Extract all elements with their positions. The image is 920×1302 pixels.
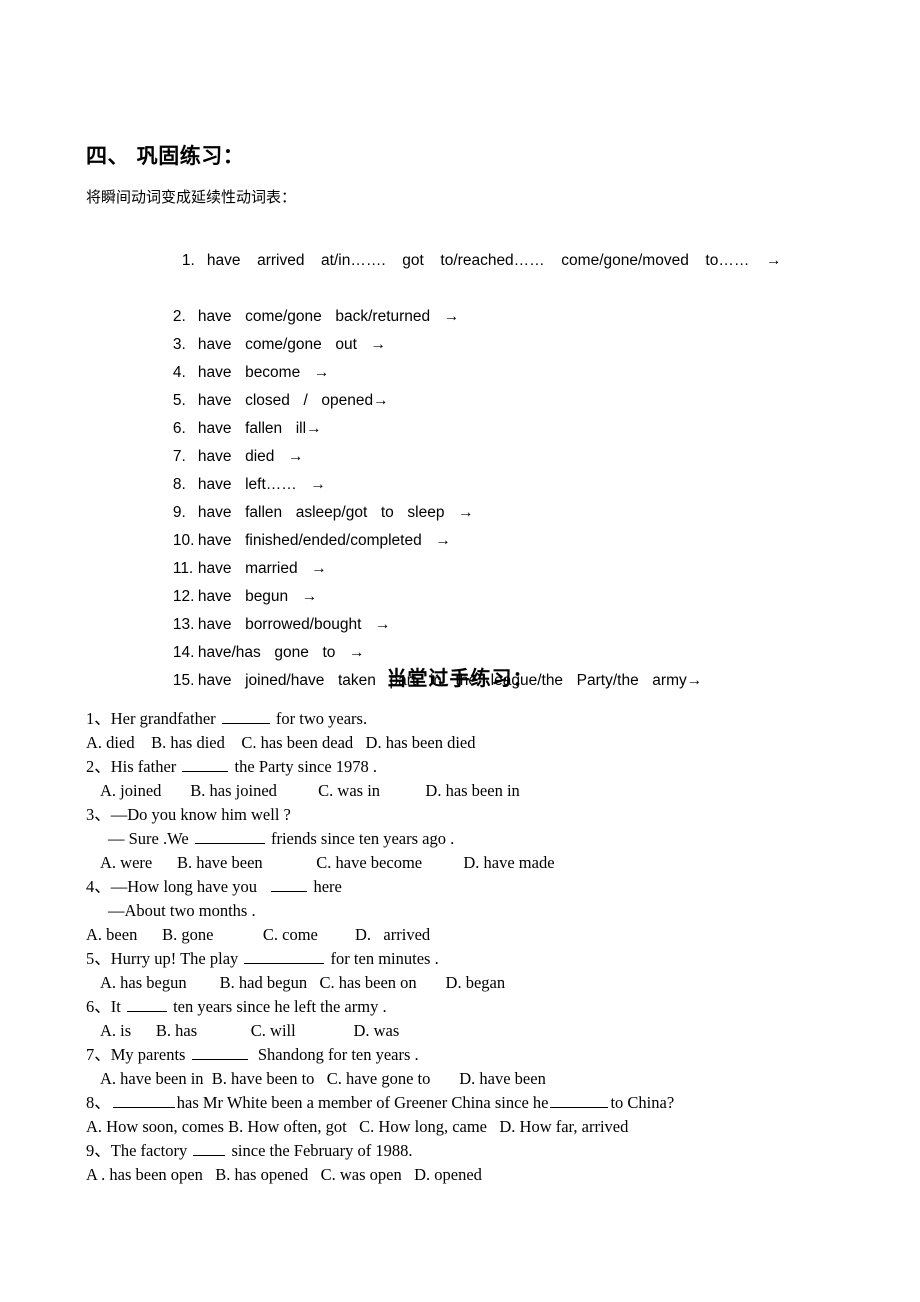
verb-list-item-number: 4.	[172, 364, 186, 381]
verb-list-item-text: have married →	[197, 560, 327, 577]
question-7-stem-part-a: 7、My parents	[86, 1045, 190, 1064]
question-2-stem-part-a: 2、His father	[86, 757, 181, 776]
question-4-prompt: 4、—How long have you here	[86, 875, 886, 899]
verb-list-item: 2. have come/gone back/returned →	[132, 275, 832, 325]
verb-list-item-text: have come/gone out →	[197, 336, 387, 353]
document-page: 四、 巩固练习： 将瞬间动词变成延续性动词表： 1. have arrived a…	[0, 0, 920, 1302]
question-4-answer-line: —About two months .	[108, 901, 256, 920]
question-8-stem-part-c: to China?	[610, 1093, 675, 1112]
question-2-options[interactable]: A. joined B. has joined C. was in D. has…	[86, 779, 886, 803]
question-1-blank[interactable]	[221, 709, 270, 724]
verb-list-item-number: 9.	[172, 504, 186, 521]
verb-list-item-text: have/has gone to →	[197, 644, 365, 661]
question-5-stem: 5、Hurry up! The play for ten minutes .	[86, 947, 886, 971]
question-1-stem-part-b: for two years.	[271, 709, 368, 728]
verb-list-item-number: 1.	[181, 252, 195, 269]
section-subtitle: 将瞬间动词变成延续性动词表：	[86, 188, 297, 206]
verb-list-item-text: have begun →	[197, 588, 318, 605]
verb-list-item-text: have died →	[197, 448, 304, 465]
verb-list-item: 1. have arrived at/in……. got to/reached………	[132, 219, 832, 275]
question-2-stem: 2、His father the Party since 1978 .	[86, 755, 886, 779]
verb-list-item-text: have become →	[197, 364, 330, 381]
verb-list-item-text: have fallen ill→	[197, 420, 322, 437]
question-7-stem-part-b: Shandong for ten years .	[249, 1045, 419, 1064]
question-8-stem: 8、 has Mr White been a member of Greener …	[86, 1091, 886, 1115]
verb-list-item-text: have closed / opened→	[197, 392, 389, 409]
question-1-stem-part-a: 1、Her grandfather	[86, 709, 220, 728]
question-6-stem-part-b: ten years since he left the army .	[168, 997, 387, 1016]
question-3-prompt: 3、—Do you know him well ?	[86, 805, 291, 824]
verb-list-item-text: have come/gone back/returned →	[197, 308, 460, 325]
verb-list-item-number: 3.	[172, 336, 186, 353]
question-6-blank[interactable]	[126, 997, 167, 1012]
question-3-stem-part-a: — Sure .We	[108, 829, 193, 848]
question-5-stem-part-b: for ten minutes .	[326, 949, 439, 968]
quiz-heading: 当堂过手练习：	[386, 666, 534, 690]
question-3-blank[interactable]	[194, 829, 265, 844]
question-4-stem-part-b: here	[309, 877, 342, 896]
verb-list-item-number: 13.	[172, 616, 195, 633]
question-9-options[interactable]: A . has been open B. has opened C. was o…	[86, 1163, 886, 1187]
question-4-options[interactable]: A. been B. gone C. come D. arrived	[86, 923, 886, 947]
verb-list-item-number: 6.	[172, 420, 186, 437]
quiz-question-list: 1、Her grandfather for two years. A. died…	[86, 707, 886, 1187]
verb-list-item-text: have left…… →	[197, 476, 326, 493]
verb-list-item-number: 11.	[172, 560, 194, 577]
question-1-options[interactable]: A. died B. has died C. has been dead D. …	[86, 731, 886, 755]
verb-conversion-list: 1. have arrived at/in……. got to/reached………	[132, 219, 832, 689]
question-7-stem: 7、My parents Shandong for ten years .	[86, 1043, 886, 1067]
section-heading: 四、 巩固练习：	[86, 143, 245, 168]
verb-list-item-number: 2.	[172, 308, 186, 325]
question-2-stem-part-b: the Party since 1978 .	[230, 757, 378, 776]
question-3-options[interactable]: A. were B. have been C. have become D. h…	[86, 851, 886, 875]
question-2-blank[interactable]	[182, 757, 229, 772]
question-8-blank-2[interactable]	[550, 1093, 609, 1108]
verb-list-item-number: 7.	[172, 448, 186, 465]
verb-list-item-number: 10.	[172, 532, 195, 549]
verb-list-item-number: 12.	[172, 588, 195, 605]
question-3-stem-part-b: friends since ten years ago .	[266, 829, 455, 848]
verb-list-item-text: have fallen asleep/got to sleep →	[197, 504, 474, 521]
question-6-options[interactable]: A. is B. has C. will D. was	[86, 1019, 886, 1043]
verb-list-item-text: have borrowed/bought →	[197, 616, 391, 633]
question-9-stem-part-a: 9、The factory	[86, 1141, 192, 1160]
question-8-stem-part-a: 8、	[86, 1093, 111, 1112]
question-7-blank[interactable]	[191, 1045, 248, 1060]
question-9-blank[interactable]	[193, 1141, 226, 1156]
question-9-stem-part-b: since the February of 1988.	[227, 1141, 413, 1160]
question-4-stem-part-a: 4、—How long have you	[86, 877, 270, 896]
question-5-stem-part-a: 5、Hurry up! The play	[86, 949, 243, 968]
question-8-options[interactable]: A. How soon, comes B. How often, got C. …	[86, 1115, 886, 1139]
verb-list-item-text: have arrived at/in……. got to/reached…… c…	[206, 252, 782, 269]
question-8-blank-1[interactable]	[112, 1093, 175, 1108]
question-6-stem: 6、It ten years since he left the army .	[86, 995, 886, 1019]
question-8-stem-part-b: has Mr White been a member of Greener Ch…	[176, 1093, 549, 1112]
question-7-options[interactable]: A. have been in B. have been to C. have …	[86, 1067, 886, 1091]
question-4-blank[interactable]	[271, 877, 308, 892]
question-9-stem: 9、The factory since the February of 1988…	[86, 1139, 886, 1163]
verb-list-item-text: have finished/ended/completed →	[197, 532, 451, 549]
question-5-blank[interactable]	[244, 949, 325, 964]
question-6-stem-part-a: 6、It	[86, 997, 125, 1016]
verb-list-item-number: 5.	[172, 392, 186, 409]
question-3-stem: — Sure .We friends since ten years ago .	[86, 827, 886, 851]
question-1-stem: 1、Her grandfather for two years.	[86, 707, 886, 731]
question-5-options[interactable]: A. has begun B. had begun C. has been on…	[86, 971, 886, 995]
verb-list-item-number: 8.	[172, 476, 186, 493]
